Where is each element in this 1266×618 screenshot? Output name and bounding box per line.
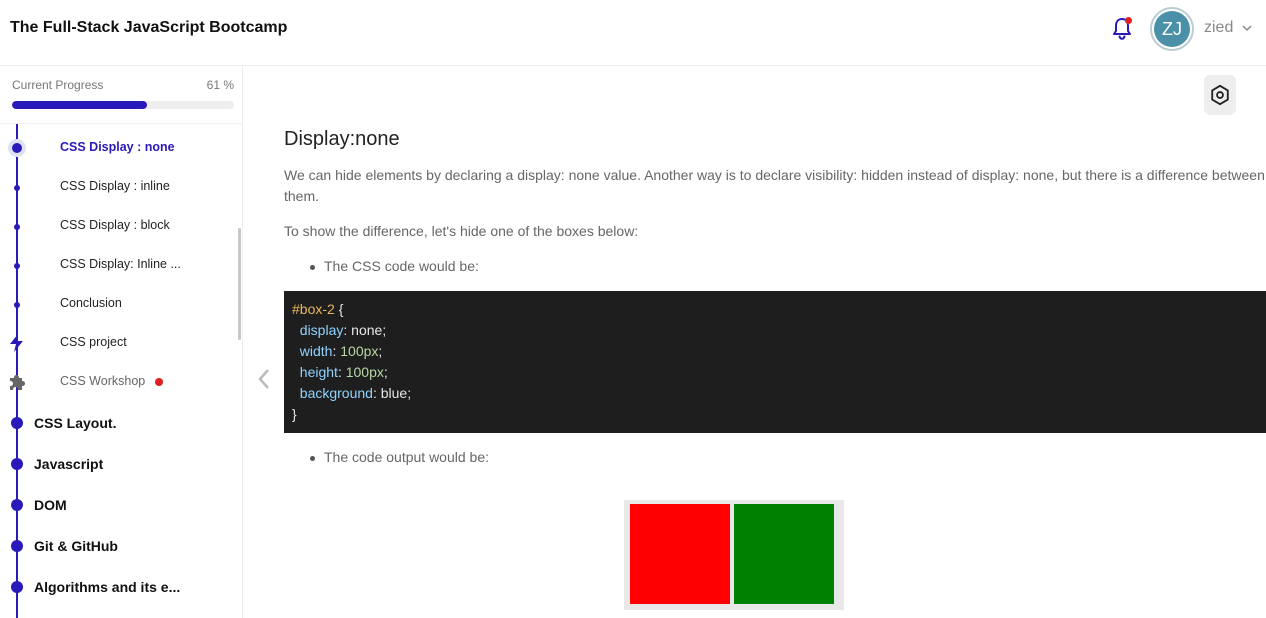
- code-value: blue: [380, 385, 408, 401]
- lesson-paragraph: To show the difference, let's hide one o…: [284, 223, 639, 239]
- lesson-label: Conclusion: [60, 296, 122, 310]
- username[interactable]: zied: [1204, 19, 1233, 37]
- bullet-item: The CSS code would be:: [284, 256, 1266, 277]
- code-line: width: 100px;: [299, 343, 383, 359]
- user-avatar[interactable]: ZJ: [1150, 7, 1194, 51]
- section-git-github[interactable]: Git & GitHub: [0, 525, 236, 565]
- bullet-item: The code output would be:: [284, 447, 1266, 468]
- lesson-item-conclusion[interactable]: Conclusion: [0, 286, 236, 322]
- new-badge-dot: [155, 378, 163, 386]
- section-dot-icon: [11, 499, 23, 511]
- lesson-dot-icon: [14, 185, 20, 191]
- bolt-icon: [7, 333, 27, 353]
- lesson-dot-icon: [14, 263, 20, 269]
- previous-lesson-arrow-icon[interactable]: [254, 366, 274, 392]
- puzzle-icon: [7, 372, 27, 392]
- section-label: Algorithms and its e...: [34, 579, 181, 595]
- code-line: height: 100px;: [299, 364, 388, 380]
- code-brace: {: [334, 301, 344, 317]
- section-dot-icon: [11, 417, 23, 429]
- code-line: #box-2 {: [292, 299, 1258, 320]
- lesson-label: CSS Display: Inline ...: [60, 257, 181, 271]
- course-title: The Full-Stack JavaScript Bootcamp: [10, 19, 288, 36]
- code-output-demo: [624, 500, 844, 610]
- lesson-label: CSS Display : block: [60, 218, 170, 232]
- code-block: #box-2 { display: none; width: 100px; he…: [284, 291, 1266, 433]
- top-header: The Full-Stack JavaScript Bootcamp ZJ zi…: [0, 0, 1266, 66]
- progress-block: Current Progress 61 %: [0, 66, 242, 124]
- lesson-title: Display:none: [284, 128, 400, 150]
- progress-bar-fill: [12, 101, 148, 109]
- code-selector: #box-2: [292, 301, 335, 317]
- sidebar-scrollbar[interactable]: [238, 228, 241, 340]
- lesson-content-area: Display:none We can hide elements by dec…: [244, 66, 1266, 618]
- avatar-initials: ZJ: [1154, 11, 1190, 47]
- lesson-dot-icon: [14, 224, 20, 230]
- section-dom[interactable]: DOM: [0, 484, 236, 524]
- notification-bell-icon[interactable]: [1110, 16, 1134, 42]
- section-css-layout[interactable]: CSS Layout.: [0, 402, 236, 442]
- lesson-item-css-project[interactable]: CSS project: [0, 325, 236, 361]
- lesson-item-css-display-inline-block[interactable]: CSS Display: Inline ...: [0, 247, 236, 283]
- section-dot-icon: [11, 458, 23, 470]
- section-dot-icon: [11, 581, 23, 593]
- active-lesson-dot-icon: [8, 139, 26, 157]
- section-label: DOM: [34, 497, 67, 513]
- lesson-label: CSS Workshop: [60, 374, 146, 388]
- notification-dot: [1125, 17, 1132, 24]
- lesson-label: CSS Display : none: [60, 140, 175, 154]
- section-label: Git & GitHub: [34, 538, 118, 554]
- settings-button[interactable]: [1204, 75, 1236, 115]
- section-label: CSS Layout.: [34, 415, 117, 431]
- code-brace: }: [292, 406, 297, 422]
- code-property: background: [299, 385, 373, 401]
- lesson-item-css-workshop[interactable]: CSS Workshop: [0, 364, 236, 400]
- progress-bar: [12, 101, 234, 109]
- lesson-dot-icon: [14, 302, 20, 308]
- code-property: display: [299, 322, 344, 338]
- lesson-body: Display:none We can hide elements by dec…: [284, 128, 1266, 468]
- code-value: none: [351, 322, 383, 338]
- gear-icon: [1211, 84, 1229, 106]
- code-value: 100px: [345, 364, 384, 380]
- demo-box-red: [630, 504, 730, 604]
- lesson-item-css-display-inline[interactable]: CSS Display : inline: [0, 169, 236, 205]
- section-algorithms[interactable]: Algorithms and its e...: [0, 566, 236, 606]
- code-line: display: none;: [299, 322, 387, 338]
- section-label: Javascript: [34, 456, 104, 472]
- progress-label: Current Progress: [12, 78, 104, 92]
- demo-box-green: [734, 504, 834, 604]
- lesson-item-css-display-none[interactable]: CSS Display : none: [0, 130, 236, 166]
- code-line: background: blue;: [299, 385, 412, 401]
- course-sidebar: Current Progress 61 % CSS Display : none…: [0, 66, 243, 618]
- chevron-down-icon[interactable]: [1241, 21, 1253, 33]
- lesson-label: CSS project: [60, 335, 127, 349]
- progress-percent: 61 %: [206, 78, 234, 92]
- lesson-paragraph: We can hide elements by declaring a disp…: [284, 167, 1265, 204]
- section-dot-icon: [11, 540, 23, 552]
- code-property: height: [299, 364, 338, 380]
- code-value: 100px: [340, 343, 379, 359]
- section-javascript[interactable]: Javascript: [0, 443, 236, 483]
- code-property: width: [299, 343, 333, 359]
- lesson-label: CSS Display : inline: [60, 179, 170, 193]
- code-line: }: [292, 404, 1258, 425]
- lesson-item-css-display-block[interactable]: CSS Display : block: [0, 208, 236, 244]
